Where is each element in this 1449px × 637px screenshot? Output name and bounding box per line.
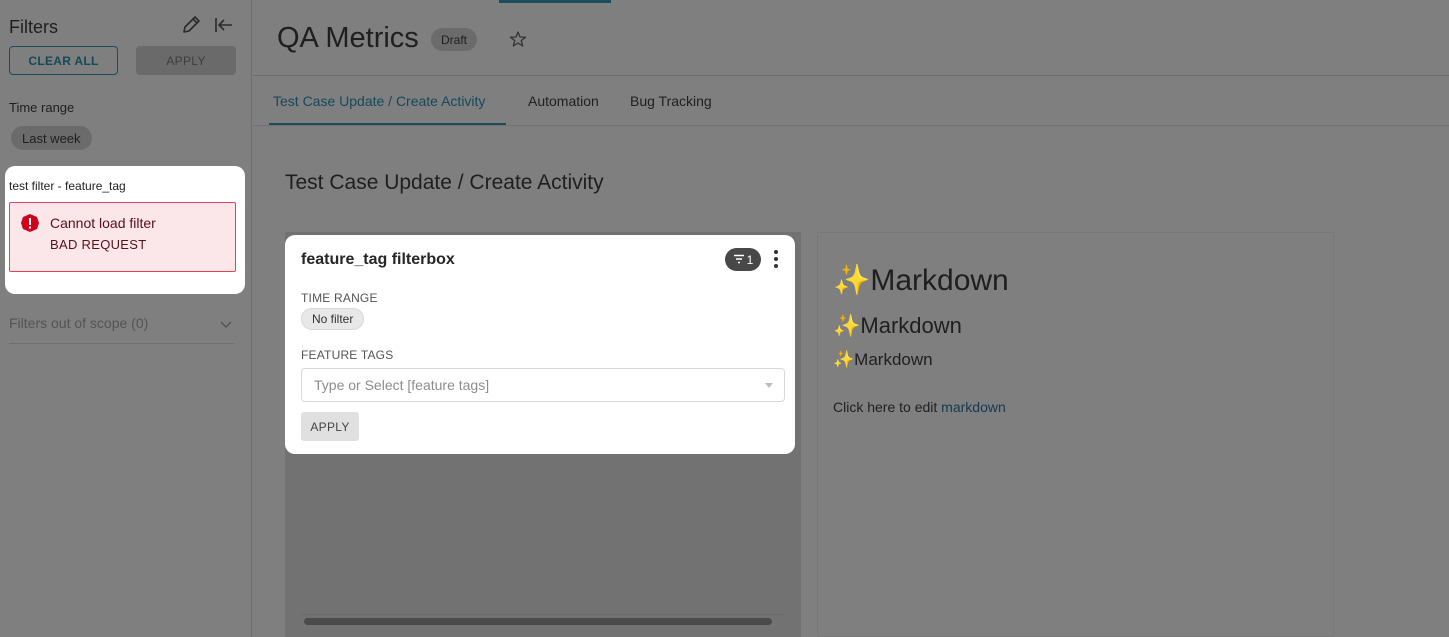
page-title: QA Metrics [277, 22, 419, 54]
time-range-value-pill[interactable]: Last week [11, 126, 92, 150]
pencil-icon[interactable] [180, 14, 202, 36]
active-tab-indicator [269, 123, 506, 125]
feature-tags-select[interactable]: Type or Select [feature tags] [301, 368, 785, 402]
filter-card-title: test filter - feature_tag [9, 179, 126, 193]
dashboard-header: QA Metrics Draft [253, 0, 1449, 76]
markdown-edit-link[interactable]: markdown [941, 399, 1006, 415]
apply-filters-button[interactable]: APPLY [136, 46, 236, 75]
out-of-scope-label: Filters out of scope (0) [9, 315, 149, 331]
tab-automation[interactable]: Automation [528, 93, 599, 109]
markdown-paragraph: Click here to edit markdown [833, 399, 1006, 415]
sparkles-icon: ✨ [833, 313, 861, 338]
tab-test-case-activity[interactable]: Test Case Update / Create Activity [273, 93, 485, 109]
sparkles-icon: ✨ [833, 264, 871, 297]
markdown-heading-3: ✨Markdown [833, 350, 933, 369]
chevron-down-icon [219, 317, 233, 331]
clear-all-button[interactable]: CLEAR ALL [9, 46, 118, 75]
time-range-label: Time range [9, 100, 75, 115]
markdown-panel[interactable]: ✨Markdown ✨Markdown ✨Markdown Click here… [817, 232, 1334, 637]
section-title: Test Case Update / Create Activity [285, 171, 604, 194]
horizontal-scrollbar[interactable] [301, 614, 785, 626]
dashboard-tabs: Test Case Update / Create Activity Autom… [253, 76, 1449, 126]
status-badge: Draft [431, 28, 478, 51]
markdown-heading-1: ✨Markdown [833, 264, 1009, 297]
filter-icon [733, 253, 745, 267]
tab-bug-tracking[interactable]: Bug Tracking [630, 93, 712, 109]
filter-error-alert: Cannot load filter BAD REQUEST [9, 202, 236, 272]
scrollbar-thumb[interactable] [304, 618, 772, 625]
time-range-field-label: TIME RANGE [301, 291, 378, 305]
filters-out-of-scope-toggle[interactable]: Filters out of scope (0) [9, 314, 235, 344]
feature-tags-placeholder: Type or Select [feature tags] [314, 377, 490, 393]
filter-card-feature-tag: test filter - feature_tag Cannot load fi… [5, 166, 245, 294]
caret-down-icon [765, 383, 773, 388]
error-title: Cannot load filter [50, 215, 156, 231]
filter-count: 1 [746, 252, 754, 267]
filter-count-badge[interactable]: 1 [725, 248, 761, 271]
markdown-heading-2: ✨Markdown [833, 313, 962, 338]
feature-tags-field-label: FEATURE TAGS [301, 348, 394, 362]
filters-sidebar: Filters CLEAR ALL APPLY Time range Last … [0, 0, 252, 637]
sidebar-title: Filters [9, 17, 58, 37]
error-alert-icon [20, 213, 40, 233]
error-detail: BAD REQUEST [50, 237, 147, 252]
filterbox-title: feature_tag filterbox [301, 251, 455, 268]
sparkles-icon: ✨ [833, 350, 855, 369]
time-range-pill[interactable]: No filter [301, 308, 365, 330]
star-icon[interactable] [509, 30, 527, 48]
more-vertical-icon[interactable] [772, 248, 780, 270]
filterbox-apply-button[interactable]: APPLY [301, 412, 359, 441]
collapse-left-icon[interactable] [212, 14, 234, 36]
filterbox-card: feature_tag filterbox 1 TIME RANGE No fi… [285, 235, 795, 454]
